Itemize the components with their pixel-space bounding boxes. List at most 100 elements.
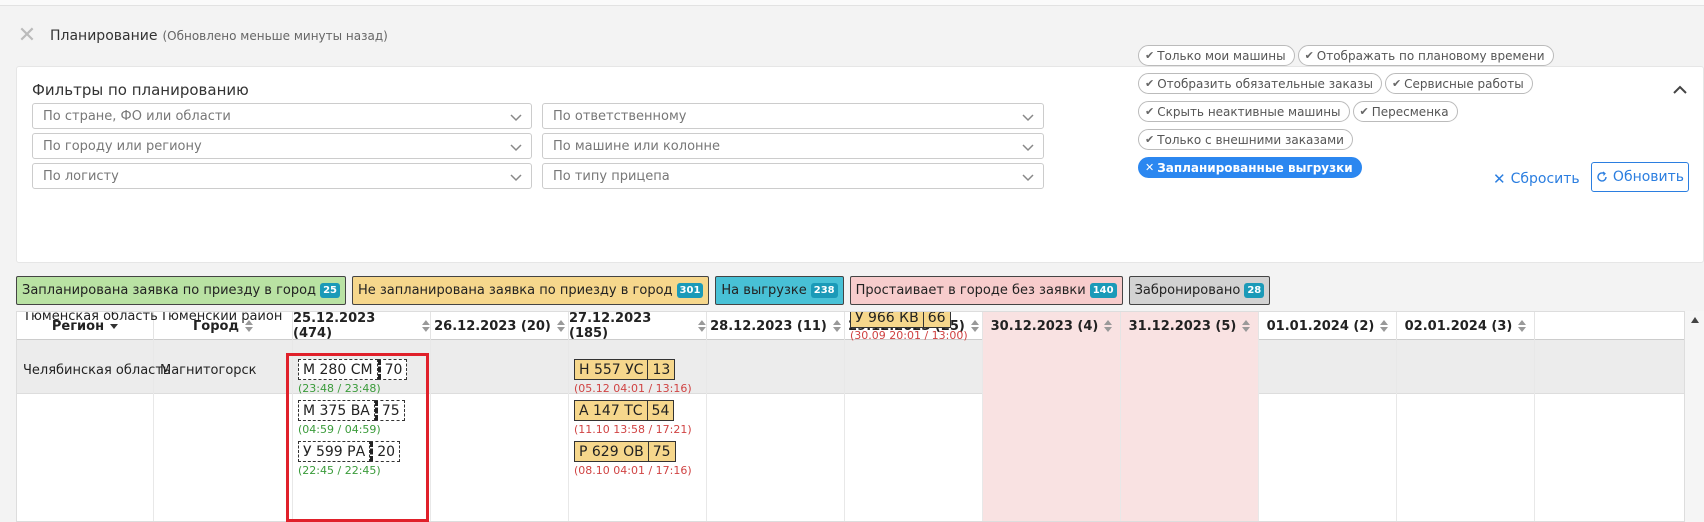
close-icon: ✕ — [1493, 170, 1506, 188]
legend-label: Простаивает в городе без заявки — [855, 283, 1086, 298]
check-icon: ✔ — [1145, 133, 1155, 146]
legend-label: Не запланирована заявка по приезду в гор… — [357, 283, 673, 298]
vehicle-tag[interactable]: У 599 РА 20 — [298, 441, 401, 462]
check-icon: ✔ — [1304, 49, 1314, 62]
country-filter-select[interactable]: По стране, ФО или области — [32, 103, 532, 129]
chevron-up-icon[interactable] — [1671, 81, 1689, 99]
check-icon: ✔ — [1145, 105, 1155, 118]
legend-reserved[interactable]: Забронировано 28 — [1128, 276, 1271, 305]
sort-icon — [970, 320, 979, 332]
chip-label: Отображать по плановому времени — [1316, 48, 1545, 63]
filter-chips: ✔ Только мои машины ✔ Отображать по планово… — [1138, 44, 1668, 184]
legend-count: 140 — [1089, 283, 1117, 298]
vehicle-plate: М 280 СМ — [298, 359, 378, 380]
cell-region: Челябинская область — [23, 363, 171, 378]
scroll-up-icon[interactable] — [1691, 317, 1699, 323]
legend-label: Забронировано — [1134, 283, 1241, 298]
header-label: 27.12.2023 (185) — [569, 311, 652, 341]
vehicle-plate: Н 557 УС — [574, 359, 649, 380]
header-date[interactable]: 28.12.2023 (11) — [707, 312, 845, 340]
vehicle-filter-select[interactable]: По машине или колонне — [542, 133, 1044, 159]
sort-icon — [698, 320, 706, 332]
header-date[interactable]: 26.12.2023 (20) — [431, 312, 569, 340]
chevron-down-icon — [1022, 144, 1034, 152]
vehicle-number: 13 — [648, 359, 676, 380]
legend-idle[interactable]: Простаивает в городе без заявки 140 — [849, 276, 1123, 305]
chevron-down-icon — [510, 144, 522, 152]
header-label: 25.12.2023 (474) — [293, 311, 376, 341]
planning-table: Регион Город 25.12.2023 (474) 26.12.2023… — [16, 311, 1704, 522]
refresh-label: Обновить — [1612, 169, 1685, 185]
vehicle-tag[interactable]: У 966 КВ 66 — [850, 312, 951, 328]
column-date-6 — [983, 340, 1121, 521]
logist-filter-select[interactable]: По логисту — [32, 163, 532, 189]
legend-label: Запланирована заявка по приезду в город — [22, 283, 317, 298]
top-bar — [0, 0, 1704, 6]
chip-my-vehicles[interactable]: ✔ Только мои машины — [1138, 45, 1295, 66]
close-icon[interactable]: ✕ — [16, 25, 38, 47]
cell-city: Тюменский район — [160, 311, 283, 324]
legend-planned-arrival[interactable]: Запланирована заявка по приезду в город 2… — [16, 276, 346, 305]
header-label: 30.12.2023 (4) — [990, 318, 1099, 334]
header-label: 01.01.2024 (2) — [1266, 318, 1375, 334]
legend-unplanned-arrival[interactable]: Не запланирована заявка по приезду в гор… — [351, 276, 710, 305]
column-date-4 — [707, 340, 845, 521]
page-title: Планирование — [50, 28, 158, 44]
header-date[interactable]: 30.12.2023 (4) — [983, 312, 1121, 340]
cell-city: Магнитогорск — [160, 363, 257, 378]
legend-unloading[interactable]: На выгрузке 238 — [715, 276, 844, 305]
vehicle-number: 54 — [647, 400, 675, 421]
chip-label: Скрыть неактивные машины — [1157, 104, 1341, 119]
vehicle-number: 70 — [377, 359, 408, 380]
legend-label: На выгрузке — [721, 283, 807, 298]
vehicle-tag[interactable]: Р 629 ОВ 75 — [574, 441, 676, 462]
refresh-button[interactable]: Обновить — [1591, 162, 1689, 192]
header-label: 31.12.2023 (5) — [1128, 318, 1237, 334]
sort-icon — [1380, 320, 1389, 332]
filters-title: Фильтры по планированию — [32, 81, 249, 99]
logist-filter-placeholder: По логисту — [43, 168, 119, 184]
vehicle-time: (11.10 13:58 / 17:21) — [574, 423, 692, 436]
header-date[interactable]: 31.12.2023 (5) — [1121, 312, 1259, 340]
column-date-2 — [431, 340, 569, 521]
chip-planned-time[interactable]: ✔ Отображать по плановому времени — [1297, 45, 1554, 66]
reset-button[interactable]: ✕ Сбросить — [1493, 165, 1580, 193]
chip-external-orders[interactable]: ✔ Только с внешними заказами — [1138, 129, 1353, 150]
city-filter-select[interactable]: По городу или региону — [32, 133, 532, 159]
vehicle-tag[interactable]: А 147 ТС 54 — [574, 400, 675, 421]
legend-count: 28 — [1244, 283, 1265, 298]
header-date[interactable]: 01.01.2024 (2) — [1259, 312, 1397, 340]
vehicle-tag[interactable]: М 375 ВА 75 — [298, 400, 405, 421]
table-scrollbar[interactable] — [1684, 311, 1704, 522]
header-date[interactable]: 02.01.2024 (3) — [1397, 312, 1535, 340]
check-icon: ✔ — [1145, 49, 1155, 62]
city-filter-placeholder: По городу или региону — [43, 138, 202, 154]
page-header: ✕ Планирование (Обновлено меньше минуты … — [16, 24, 388, 48]
sort-icon — [832, 320, 841, 332]
trailer-filter-select[interactable]: По типу прицепа — [542, 163, 1044, 189]
vehicle-time: (05.12 04:01 / 13:16) — [574, 382, 692, 395]
vehicle-tag[interactable]: Н 557 УС 13 — [574, 359, 676, 380]
chip-hide-inactive[interactable]: ✔ Скрыть неактивные машины — [1138, 101, 1350, 122]
responsible-filter-select[interactable]: По ответственному — [542, 103, 1044, 129]
header-date[interactable]: 25.12.2023 (474) — [293, 311, 431, 341]
vehicle-plate: У 966 КВ — [850, 312, 924, 328]
chip-shift-change[interactable]: ✔ Пересменка — [1352, 101, 1458, 122]
header-label: 26.12.2023 (20) — [434, 318, 551, 334]
chip-mandatory-orders[interactable]: ✔ Отобразить обязательные заказы — [1138, 73, 1382, 94]
vehicle-time: (23:48 / 23:48) — [298, 382, 381, 395]
vehicle-number: 20 — [370, 441, 401, 462]
chip-planned-unloads[interactable]: ✕ Запланированные выгрузки — [1138, 157, 1362, 178]
chip-label: Запланированные выгрузки — [1157, 160, 1353, 175]
header-label: 02.01.2024 (3) — [1404, 318, 1513, 334]
vehicle-time: (30.09 20:01 / 13:00) — [850, 329, 968, 342]
chip-label: Сервисные работы — [1404, 76, 1524, 91]
chip-service-works[interactable]: ✔ Сервисные работы — [1384, 73, 1533, 94]
legend-count: 238 — [810, 283, 838, 298]
header-date[interactable]: 27.12.2023 (185) — [569, 311, 707, 341]
vehicle-time: (04:59 / 04:59) — [298, 423, 381, 436]
sort-icon — [422, 320, 430, 332]
legend-count: 301 — [676, 283, 704, 298]
sort-icon — [1242, 320, 1251, 332]
vehicle-tag[interactable]: М 280 СМ 70 — [298, 359, 408, 380]
